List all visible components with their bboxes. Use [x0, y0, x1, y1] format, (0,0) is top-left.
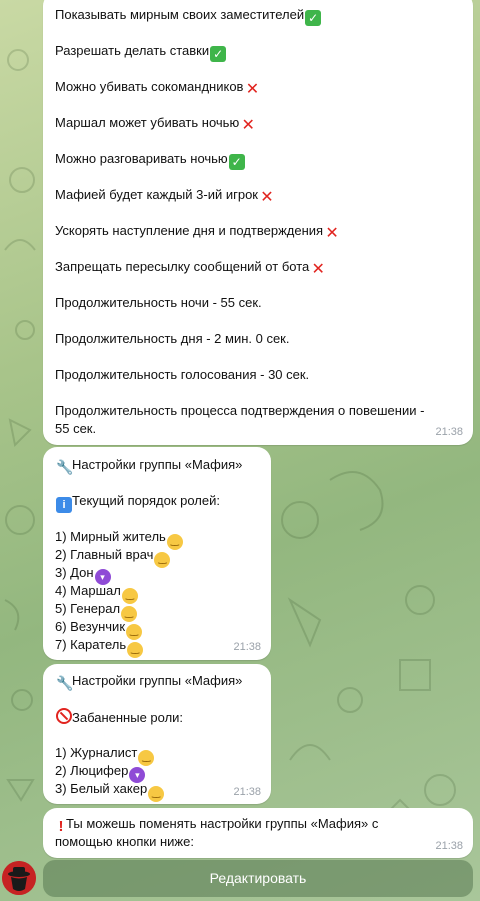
roles-title: 🔧Настройки группы «Мафия»	[56, 457, 243, 475]
slightly-smiling-face-icon: ‿	[148, 786, 165, 802]
check-icon: ✓	[305, 10, 322, 26]
slightly-smiling-face-icon: ‿	[154, 552, 171, 568]
cross-icon: ✕	[325, 225, 339, 242]
settings-line: 55 сек.	[55, 421, 97, 436]
cross-icon: ✕	[245, 81, 260, 98]
message-time: 21:38	[233, 786, 261, 798]
wrench-icon: 🔧	[56, 675, 74, 691]
settings-line: Продолжительность голосования - 30 сек.	[55, 367, 310, 382]
check-icon: ✓	[210, 46, 227, 62]
settings-line: Маршал может убивать ночью ✕	[55, 115, 255, 134]
settings-line: Разрешать делать ставки ✓	[55, 42, 227, 62]
change-settings-message: ! Ты можешь поменять настройки группы «Ма…	[43, 808, 473, 858]
change-line-2: помощью кнопки ниже:	[55, 834, 194, 849]
banned-role-item: 3) Белый хакер ‿	[55, 780, 165, 802]
settings-line: Продолжительность дня - 2 мин. 0 сек.	[55, 331, 290, 346]
cross-icon: ✕	[260, 189, 274, 206]
prohibited-icon	[56, 708, 72, 724]
mafia-hat-icon	[2, 861, 36, 895]
message-time: 21:38	[233, 641, 261, 653]
message-time: 21:38	[435, 840, 463, 852]
bot-avatar[interactable]	[2, 861, 36, 895]
banned-title: 🔧Настройки группы «Мафия»	[56, 673, 243, 691]
roles-subtitle: i Текущий порядок ролей:	[55, 492, 220, 513]
slightly-smiling-face-icon: ‿	[127, 642, 144, 658]
check-icon: ✓	[228, 154, 245, 170]
cross-icon: ✕	[311, 261, 325, 278]
info-icon: i	[56, 497, 72, 513]
cross-icon: ✕	[241, 117, 255, 134]
settings-line: Можно разговаривать ночью ✓	[55, 150, 245, 170]
settings-line: Мафией будет каждый 3-ий игрок ✕	[55, 187, 274, 206]
wrench-icon: 🔧	[56, 459, 74, 475]
banned-roles-message: 🔧Настройки группы «Мафия» Забаненные рол…	[43, 664, 271, 804]
settings-line: Показывать мирным своих заместителей ✓	[55, 6, 322, 26]
roles-message: 🔧Настройки группы «Мафия» i Текущий поряд…	[43, 447, 271, 660]
settings-line: Продолжительность процесса подтверждения…	[55, 403, 425, 418]
settings-line: Ускорять наступление дня и подтверждения…	[55, 223, 339, 242]
banned-subtitle: Забаненные роли:	[55, 708, 183, 727]
settings-line: Можно убивать сокомандников ✕	[55, 79, 260, 98]
role-item: 7) Каратель ‿	[55, 636, 144, 658]
edit-button[interactable]: Редактировать	[43, 860, 473, 897]
change-line-1: ! Ты можешь поменять настройки группы «Ма…	[55, 815, 379, 835]
settings-line: Запрещать пересылку сообщений от бота ✕	[55, 259, 325, 278]
settings-message: Показывать мирным своих заместителей ✓ Ра…	[43, 0, 473, 445]
settings-line: Продолжительность ночи - 55 сек.	[55, 295, 262, 310]
message-time: 21:38	[435, 426, 463, 438]
